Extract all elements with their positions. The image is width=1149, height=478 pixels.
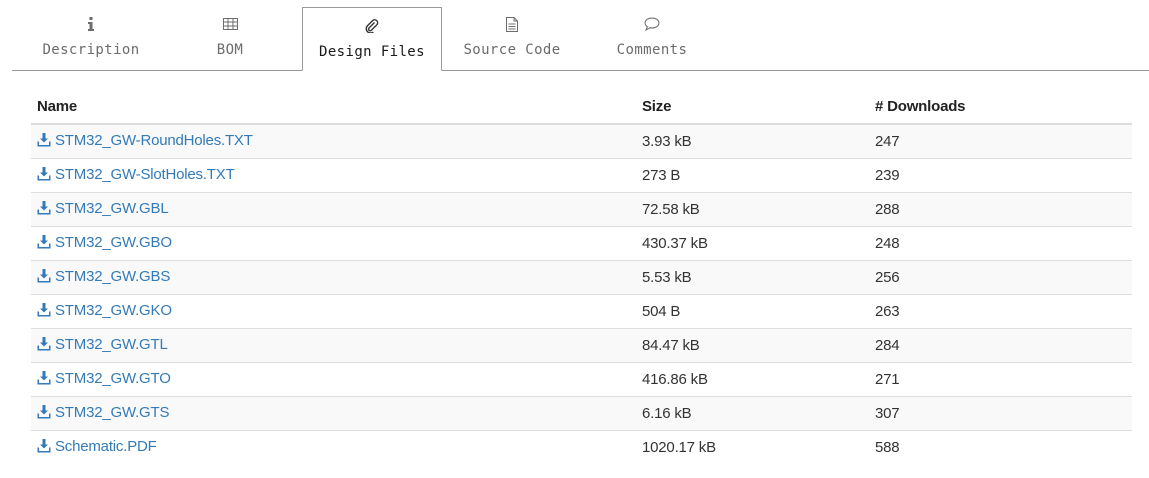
table-row: STM32_GW.GTO 416.86 kB 271 (31, 362, 1132, 397)
file-size: 84.47 kB (636, 328, 869, 363)
file-name-cell: STM32_GW.GBL (31, 192, 636, 227)
file-download-link[interactable]: STM32_GW.GBL (37, 199, 169, 217)
table-row: Schematic.PDF 1020.17 kB 588 (31, 430, 1132, 464)
table-row: STM32_GW.GTL 84.47 kB 284 (31, 328, 1132, 363)
file-size: 416.86 kB (636, 362, 869, 397)
tab-comments-label: Comments (616, 42, 688, 58)
file-download-link[interactable]: Schematic.PDF (37, 438, 157, 455)
tab-comments[interactable]: Comments (592, 7, 712, 70)
file-download-count: 263 (869, 294, 1132, 329)
download-icon (37, 303, 51, 317)
header-name[interactable]: Name (31, 90, 636, 125)
file-name: Schematic.PDF (55, 437, 157, 455)
file-list: STM32_GW-RoundHoles.TXT 3.93 kB 247 STM32_G… (31, 124, 1132, 464)
download-icon (37, 371, 51, 385)
file-name: STM32_GW.GBO (55, 233, 172, 251)
file-size: 504 B (636, 294, 869, 329)
file-download-link[interactable]: STM32_GW-SlotHoles.TXT (37, 166, 235, 183)
design-files-table: Name Size # Downloads STM32_GW-RoundHole… (31, 90, 1132, 464)
file-download-link[interactable]: STM32_GW.GTS (37, 404, 169, 421)
tab-bom[interactable]: BOM (170, 7, 290, 70)
file-name-cell: STM32_GW-SlotHoles.TXT (31, 158, 636, 193)
tab-design-files[interactable]: Design Files (302, 7, 442, 71)
download-icon (37, 235, 51, 249)
file-name-cell: Schematic.PDF (31, 430, 636, 464)
header-downloads[interactable]: # Downloads (869, 90, 1132, 125)
download-icon (37, 269, 51, 283)
header-size[interactable]: Size (636, 90, 869, 125)
file-name-cell: STM32_GW.GTO (31, 362, 636, 397)
file-name: STM32_GW.GTO (55, 369, 171, 387)
table-row: STM32_GW.GTS 6.16 kB 307 (31, 396, 1132, 431)
tab-description[interactable]: Description (12, 7, 170, 70)
download-icon (37, 133, 51, 147)
file-download-count: 247 (869, 124, 1132, 159)
file-download-link[interactable]: STM32_GW.GBO (37, 234, 172, 251)
table-row: STM32_GW.GKO 504 B 263 (31, 294, 1132, 329)
file-name-cell: STM32_GW-RoundHoles.TXT (31, 124, 636, 159)
file-name-cell: STM32_GW.GKO (31, 294, 636, 329)
file-name: STM32_GW.GBL (55, 199, 169, 217)
file-size: 72.58 kB (636, 192, 869, 227)
file-download-count: 284 (869, 328, 1132, 363)
download-icon (37, 337, 51, 351)
table-icon (170, 16, 290, 32)
table-header-row: Name Size # Downloads (31, 90, 1132, 125)
file-name: STM32_GW.GBS (55, 267, 171, 285)
file-download-count: 271 (869, 362, 1132, 397)
file-size: 1020.17 kB (636, 430, 869, 464)
file-download-link[interactable]: STM32_GW.GTL (37, 336, 168, 353)
document-icon (444, 16, 580, 32)
tab-source-code-label: Source Code (463, 42, 561, 58)
table-row: STM32_GW.GBS 5.53 kB 256 (31, 260, 1132, 295)
file-name-cell: STM32_GW.GTS (31, 396, 636, 431)
tab-bom-label: BOM (216, 42, 244, 58)
download-icon (37, 439, 51, 453)
tab-description-label: Description (42, 42, 140, 58)
file-name-cell: STM32_GW.GBO (31, 226, 636, 261)
tab-bar: Description BOM Design Files Source Code… (12, 7, 1149, 71)
paperclip-icon (303, 18, 441, 34)
file-size: 273 B (636, 158, 869, 193)
file-name: STM32_GW-RoundHoles.TXT (55, 131, 253, 149)
info-icon (12, 16, 170, 32)
file-download-count: 256 (869, 260, 1132, 295)
tab-source-code[interactable]: Source Code (444, 7, 580, 70)
file-name: STM32_GW.GTS (55, 403, 170, 421)
file-size: 6.16 kB (636, 396, 869, 431)
table-row: STM32_GW.GBL 72.58 kB 288 (31, 192, 1132, 227)
file-size: 430.37 kB (636, 226, 869, 261)
file-download-link[interactable]: STM32_GW.GKO (37, 302, 172, 319)
tab-design-files-label: Design Files (319, 44, 425, 60)
file-name: STM32_GW.GTL (55, 335, 168, 353)
file-download-count: 248 (869, 226, 1132, 261)
file-name: STM32_GW-SlotHoles.TXT (55, 165, 235, 183)
file-download-link[interactable]: STM32_GW-RoundHoles.TXT (37, 132, 253, 149)
download-icon (37, 167, 51, 181)
file-download-link[interactable]: STM32_GW.GBS (37, 268, 170, 285)
speech-bubble-icon (592, 16, 712, 32)
file-name-cell: STM32_GW.GBS (31, 260, 636, 295)
file-name: STM32_GW.GKO (55, 301, 172, 319)
file-download-count: 239 (869, 158, 1132, 193)
file-download-count: 307 (869, 396, 1132, 431)
file-download-count: 588 (869, 430, 1132, 464)
download-icon (37, 201, 51, 215)
table-row: STM32_GW-RoundHoles.TXT 3.93 kB 247 (31, 124, 1132, 159)
file-download-count: 288 (869, 192, 1132, 227)
file-size: 5.53 kB (636, 260, 869, 295)
table-row: STM32_GW.GBO 430.37 kB 248 (31, 226, 1132, 261)
file-size: 3.93 kB (636, 124, 869, 159)
download-icon (37, 405, 51, 419)
file-name-cell: STM32_GW.GTL (31, 328, 636, 363)
file-download-link[interactable]: STM32_GW.GTO (37, 370, 171, 387)
table-row: STM32_GW-SlotHoles.TXT 273 B 239 (31, 158, 1132, 193)
